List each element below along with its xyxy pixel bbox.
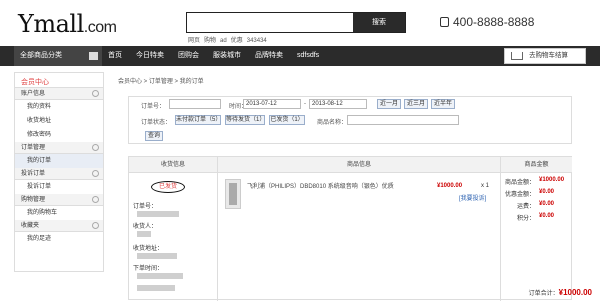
product-name-label: 商品名称： <box>317 120 348 126</box>
date-to-input[interactable]: 2013-08-12 <box>309 99 367 109</box>
points-amount: ¥0.00 <box>539 213 555 219</box>
complaint-link[interactable]: [我要投诉] <box>459 193 486 202</box>
cart-button[interactable]: 去购物车结算 <box>504 48 586 64</box>
category-menu[interactable]: 全部商品分类 <box>14 46 102 66</box>
sidebar-item[interactable]: 我的资料 <box>15 100 103 114</box>
navbar: 全部商品分类 首页 今日特卖 团购会 服装城市 品牌特卖 sdfsdfs 去购物… <box>0 46 600 66</box>
order-total-value: ¥1000.00 <box>558 288 592 297</box>
hot-word[interactable]: 网页 <box>188 38 200 44</box>
main-content: 会员中心 > 订单管理 > 我的订单 订单号： 时间： 2013-07-12 -… <box>112 70 586 301</box>
masked-value <box>137 211 179 217</box>
product-thumbnail[interactable] <box>225 179 241 209</box>
hot-word[interactable]: ad <box>220 38 227 44</box>
receiver-label: 收货人： <box>133 224 158 230</box>
hot-word[interactable]: 优惠 <box>231 38 243 44</box>
points-label: 积分： <box>516 216 535 222</box>
order-no-label: 订单号： <box>141 104 166 110</box>
sidebar-item[interactable]: 修改密码 <box>15 128 103 142</box>
unpaid-orders-button[interactable]: 未付款订单（5） <box>175 115 221 125</box>
col-receive-header: 收货信息 <box>129 157 217 173</box>
sidebar-item[interactable]: 投诉订单 <box>15 180 103 194</box>
date-from-input[interactable]: 2013-07-12 <box>243 99 301 109</box>
collapse-icon[interactable] <box>92 144 99 151</box>
dropdown-icon <box>89 52 98 60</box>
masked-value <box>137 285 175 291</box>
phone-number: 400-8888-8888 <box>440 15 534 29</box>
product-quantity: x 1 <box>481 183 490 189</box>
order-table: 收货信息 商品信息 商品金额 已发货 订单号： 收货人： 收货地址： 下单时间：… <box>128 156 572 301</box>
sidebar-group[interactable]: 投诉订单 <box>15 168 103 180</box>
order-time-label: 下单时间： <box>133 266 164 272</box>
last-half-year-button[interactable]: 近半年 <box>431 99 455 109</box>
masked-value <box>137 253 177 259</box>
breadcrumb: 会员中心 > 订单管理 > 我的订单 <box>118 79 204 85</box>
collapse-icon[interactable] <box>92 90 99 97</box>
sidebar-group[interactable]: 购物管理 <box>15 194 103 206</box>
masked-value <box>137 231 151 237</box>
sidebar-item[interactable]: 我的购物车 <box>15 206 103 220</box>
col-amount-header: 商品金额 <box>501 157 572 173</box>
search-button[interactable]: 搜索 <box>353 13 405 32</box>
status-label: 订单状态： <box>141 120 172 126</box>
header: Ymall.com 搜索 网页 购物 ad 优惠 343434 400-8888-888… <box>0 0 600 46</box>
product-price: ¥1000.00 <box>437 183 463 189</box>
order-status: 已发货 <box>151 181 185 193</box>
nav-item[interactable]: 首页 <box>108 46 122 66</box>
sidebar: 会员中心 账户信息 我的资料 收货地址 修改密码 订单管理 我的订单 投诉订单 … <box>14 72 104 272</box>
order-filter: 订单号： 时间： 2013-07-12 - 2013-08-12 近一月 近三月… <box>128 96 572 144</box>
search-input[interactable]: 搜索 <box>186 12 406 33</box>
coupon-label: 优惠金额： <box>505 192 536 198</box>
product-name-input[interactable] <box>347 115 459 125</box>
nav-item[interactable]: 今日特卖 <box>136 46 164 66</box>
sidebar-item-my-orders[interactable]: 我的订单 <box>15 154 103 168</box>
col-product-header: 商品信息 <box>218 157 500 173</box>
cart-icon <box>511 52 523 60</box>
freight-label: 运费： <box>516 204 535 210</box>
last-month-button[interactable]: 近一月 <box>377 99 401 109</box>
product-name[interactable]: 飞利浦（PHILIPS）DBD8010 系统级音响（银色）优质 <box>247 181 394 190</box>
logo[interactable]: Ymall.com <box>18 10 117 38</box>
nav-item[interactable]: 品牌特卖 <box>255 46 283 66</box>
goods-amount-label: 商品金额： <box>505 180 536 186</box>
hot-words: 网页 购物 ad 优惠 343434 <box>188 35 271 44</box>
nav-item[interactable]: sdfsdfs <box>297 46 319 66</box>
order-no-label: 订单号： <box>133 204 158 210</box>
sidebar-title: 会员中心 <box>15 73 103 88</box>
phone-icon <box>440 17 449 27</box>
nav-item[interactable]: 服装城市 <box>213 46 241 66</box>
collapse-icon[interactable] <box>92 170 99 177</box>
freight-amount: ¥0.00 <box>539 201 555 207</box>
last-3-months-button[interactable]: 近三月 <box>404 99 428 109</box>
order-no-input[interactable] <box>169 99 221 109</box>
collapse-icon[interactable] <box>92 222 99 229</box>
sidebar-item[interactable]: 收货地址 <box>15 114 103 128</box>
sidebar-group[interactable]: 收藏夹 <box>15 220 103 232</box>
sidebar-item[interactable]: 我的足迹 <box>15 232 103 246</box>
collapse-icon[interactable] <box>92 196 99 203</box>
query-button[interactable]: 查询 <box>145 131 163 141</box>
address-label: 收货地址： <box>133 246 164 252</box>
date-separator: - <box>304 101 306 107</box>
column-divider <box>500 157 501 301</box>
hot-word[interactable]: 购物 <box>204 38 216 44</box>
goods-amount: ¥1000.00 <box>539 177 565 183</box>
order-total: 订单合计：¥1000.00 <box>528 288 592 297</box>
shipped-button[interactable]: 已发货（1） <box>269 115 305 125</box>
hot-word[interactable]: 343434 <box>247 38 267 44</box>
nav-item[interactable]: 团购会 <box>178 46 199 66</box>
coupon-amount: ¥0.00 <box>539 189 555 195</box>
sidebar-group[interactable]: 账户信息 <box>15 88 103 100</box>
masked-value <box>137 273 183 279</box>
column-divider <box>217 157 218 301</box>
wait-ship-button[interactable]: 等待发货（1） <box>225 115 265 125</box>
sidebar-group[interactable]: 订单管理 <box>15 142 103 154</box>
